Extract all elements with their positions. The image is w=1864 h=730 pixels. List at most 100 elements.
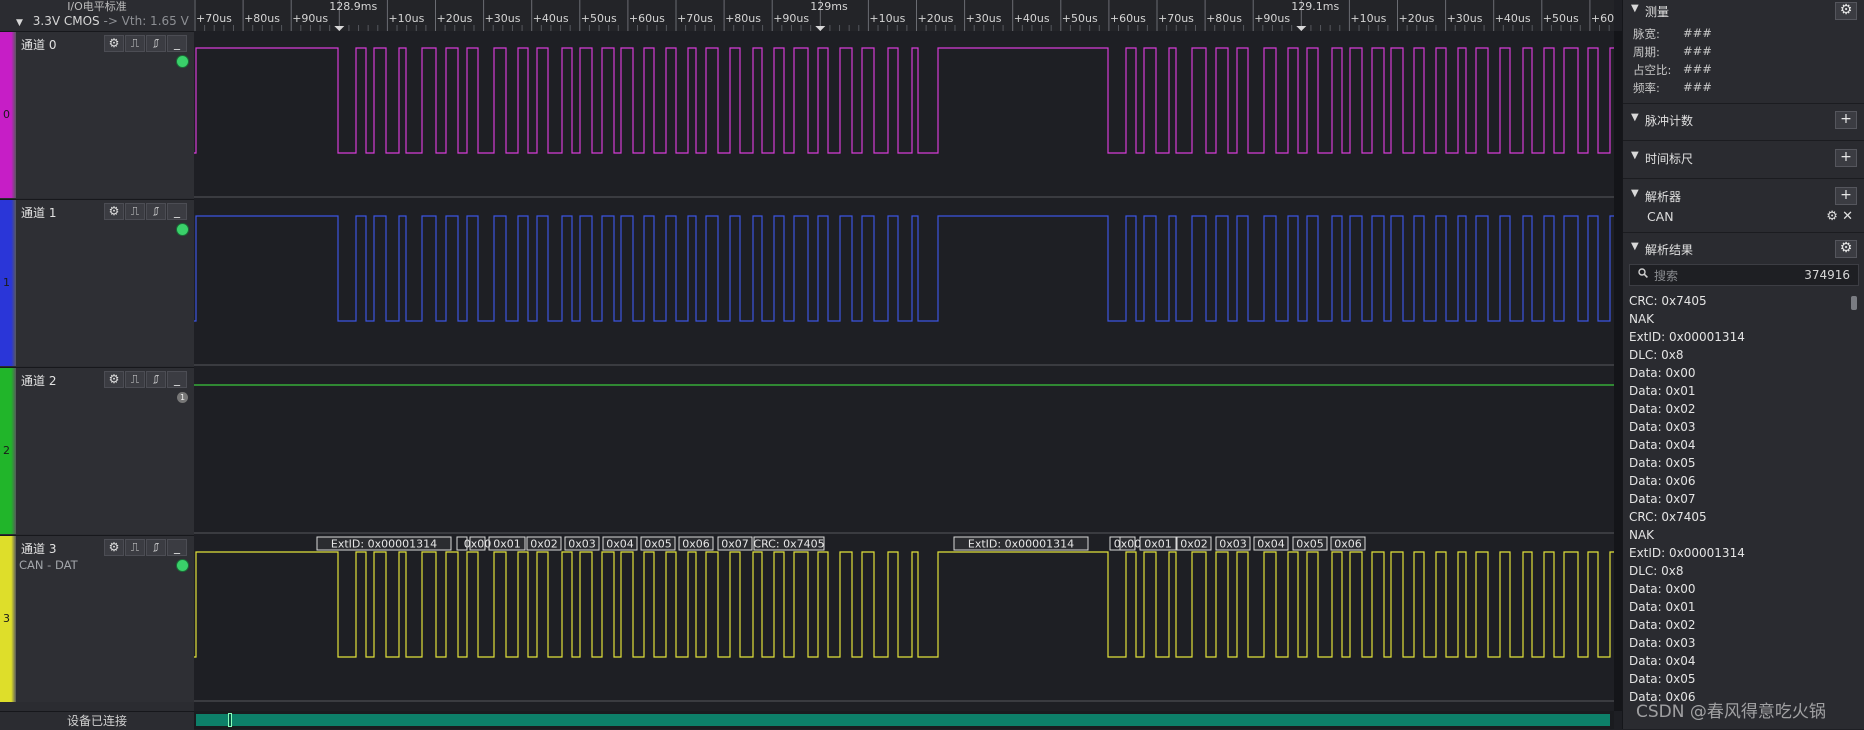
result-item[interactable]: Data: 0x01 xyxy=(1629,598,1849,616)
result-item[interactable]: NAK xyxy=(1629,310,1849,328)
result-item[interactable]: ExtID: 0x00001314 xyxy=(1629,544,1849,562)
time-ruler-section-header[interactable]: ▼ 时间标尺 + xyxy=(1623,147,1864,169)
dropdown-arrow-icon[interactable]: ▼ xyxy=(16,18,23,28)
falling-edge-icon[interactable]: ⎎ xyxy=(146,35,166,52)
add-icon[interactable]: + xyxy=(1835,111,1857,129)
decoder-section-header[interactable]: ▼ 解析器 + xyxy=(1623,185,1864,207)
pulse-count-section-header[interactable]: ▼ 脉冲计数 + xyxy=(1623,109,1864,131)
rising-edge-icon[interactable]: ⎍ xyxy=(125,371,145,388)
channel-2-header[interactable]: 2 通道 2 ⚙ ⎍ ⎎ _ 1 xyxy=(0,367,194,534)
add-icon[interactable]: + xyxy=(1835,149,1857,167)
result-item[interactable]: Data: 0x05 xyxy=(1629,670,1849,688)
divider xyxy=(1623,232,1864,233)
decode-label: 0x02 xyxy=(530,538,558,551)
channel-3-lane xyxy=(194,535,1614,701)
time-ruler[interactable]: +70us +80us +90us 128.9ms +10us +20us +30us +40… xyxy=(194,0,1614,32)
falling-edge-icon[interactable]: ⎎ xyxy=(146,371,166,388)
decode-label: ExtID: 0x00001314 xyxy=(331,538,437,551)
gear-icon[interactable]: ⚙ xyxy=(1826,209,1838,224)
timeline-overview-track[interactable] xyxy=(196,714,1610,726)
low-level-icon[interactable]: _ xyxy=(167,35,187,52)
result-item[interactable]: Data: 0x07 xyxy=(1629,490,1849,508)
divider xyxy=(1623,140,1864,141)
result-item[interactable]: NAK xyxy=(1629,526,1849,544)
result-item[interactable]: Data: 0x02 xyxy=(1629,616,1849,634)
waveform-area[interactable]: ExtID: 0x00001314 0x00 0x01 0x02 0x03 0x04 0x0… xyxy=(194,31,1614,711)
low-level-icon[interactable]: _ xyxy=(167,203,187,220)
ruler-tick-label: +60us xyxy=(629,12,665,25)
collapse-arrow-icon[interactable]: ▼ xyxy=(1631,150,1639,161)
channel-2-name[interactable]: 通道 2 xyxy=(21,372,56,389)
rising-edge-icon[interactable]: ⎍ xyxy=(125,203,145,220)
channel-1-status-led xyxy=(177,224,188,235)
waveform-vertical-scrollbar[interactable] xyxy=(1614,31,1622,711)
decode-label: 0x06 xyxy=(682,538,710,551)
results-section-header[interactable]: ▼ 解析结果 ⚙ xyxy=(1623,238,1864,260)
gear-icon[interactable]: ⚙ xyxy=(104,35,124,52)
gear-icon[interactable]: ⚙ xyxy=(1835,240,1857,258)
channel-2-count-badge: 1 xyxy=(177,392,188,403)
channel-1-name[interactable]: 通道 1 xyxy=(21,204,56,221)
decode-label: 0x01 xyxy=(1144,538,1172,551)
low-level-icon[interactable]: _ xyxy=(167,539,187,556)
channel-0-header[interactable]: 0 通道 0 ⚙ ⎍ ⎎ _ xyxy=(0,31,194,198)
collapse-arrow-icon[interactable]: ▼ xyxy=(1631,241,1639,252)
gear-icon[interactable]: ⚙ xyxy=(104,203,124,220)
collapse-arrow-icon[interactable]: ▼ xyxy=(1631,3,1639,14)
result-item[interactable]: CRC: 0x7405 xyxy=(1629,508,1849,526)
decode-label: 0x05 xyxy=(1296,538,1324,551)
result-item[interactable]: DLC: 0x8 xyxy=(1629,562,1849,580)
results-scrollbar[interactable] xyxy=(1851,296,1857,310)
channel-0-index: 0 xyxy=(3,108,10,121)
collapse-arrow-icon[interactable]: ▼ xyxy=(1631,112,1639,123)
channel-1-header[interactable]: 1 通道 1 ⚙ ⎍ ⎎ _ xyxy=(0,199,194,366)
decoder-item-can[interactable]: CAN ⚙ ✕ xyxy=(1647,209,1857,227)
io-level-selector[interactable]: ▼ 3.3V CMOS -> Vth: 1.65 V xyxy=(16,14,189,28)
gear-icon[interactable]: ⚙ xyxy=(104,539,124,556)
divider xyxy=(1623,103,1864,104)
results-search-box[interactable]: 374916 xyxy=(1629,264,1859,286)
search-icon xyxy=(1638,268,1648,278)
result-item[interactable]: Data: 0x00 xyxy=(1629,364,1849,382)
ruler-tick-label: +70us xyxy=(1158,12,1194,25)
low-level-icon[interactable]: _ xyxy=(167,371,187,388)
gear-icon[interactable]: ⚙ xyxy=(1835,2,1857,20)
measure-value: ### xyxy=(1683,62,1712,76)
results-list[interactable]: CRC: 0x7405 NAK ExtID: 0x00001314 DLC: 0x8 D… xyxy=(1629,292,1849,712)
result-item[interactable]: Data: 0x03 xyxy=(1629,634,1849,652)
ruler-tick-label: +70us xyxy=(677,12,713,25)
gear-icon[interactable]: ⚙ xyxy=(104,371,124,388)
result-item[interactable]: Data: 0x06 xyxy=(1629,472,1849,490)
result-item[interactable]: Data: 0x00 xyxy=(1629,580,1849,598)
result-item[interactable]: Data: 0x04 xyxy=(1629,436,1849,454)
result-item[interactable]: CRC: 0x7405 xyxy=(1629,292,1849,310)
ruler-tick-label: +10us xyxy=(869,12,905,25)
collapse-arrow-icon[interactable]: ▼ xyxy=(1631,188,1639,199)
timeline-overview[interactable] xyxy=(194,711,1614,729)
channel-0-name[interactable]: 通道 0 xyxy=(21,36,56,53)
ruler-tick-label: 128.9ms xyxy=(329,0,377,13)
result-item[interactable]: Data: 0x05 xyxy=(1629,454,1849,472)
search-input[interactable] xyxy=(1652,266,1776,286)
result-item[interactable]: Data: 0x04 xyxy=(1629,652,1849,670)
channel-3-name[interactable]: 通道 3 xyxy=(21,540,56,557)
channel-3-index: 3 xyxy=(3,612,10,625)
rising-edge-icon[interactable]: ⎍ xyxy=(125,35,145,52)
measure-section-header[interactable]: ▼ 测量 ⚙ xyxy=(1623,0,1864,22)
falling-edge-icon[interactable]: ⎎ xyxy=(146,539,166,556)
result-item[interactable]: DLC: 0x8 xyxy=(1629,346,1849,364)
falling-edge-icon[interactable]: ⎎ xyxy=(146,203,166,220)
result-item[interactable]: Data: 0x01 xyxy=(1629,382,1849,400)
channel-2-toolbar: ⚙ ⎍ ⎎ _ xyxy=(104,371,190,388)
channel-3-header[interactable]: 3 通道 3 CAN - DAT ⚙ ⎍ ⎎ _ xyxy=(0,535,194,702)
result-item[interactable]: Data: 0x03 xyxy=(1629,418,1849,436)
decode-label: CRC: 0x7405 xyxy=(753,538,824,551)
timeline-scroll-handle[interactable] xyxy=(228,713,232,727)
measure-period: 周期: ### xyxy=(1633,44,1712,60)
result-item[interactable]: Data: 0x02 xyxy=(1629,400,1849,418)
time-ruler-title: 时间标尺 xyxy=(1645,152,1694,166)
result-item[interactable]: ExtID: 0x00001314 xyxy=(1629,328,1849,346)
add-icon[interactable]: + xyxy=(1835,187,1857,205)
rising-edge-icon[interactable]: ⎍ xyxy=(125,539,145,556)
close-icon[interactable]: ✕ xyxy=(1842,209,1853,224)
